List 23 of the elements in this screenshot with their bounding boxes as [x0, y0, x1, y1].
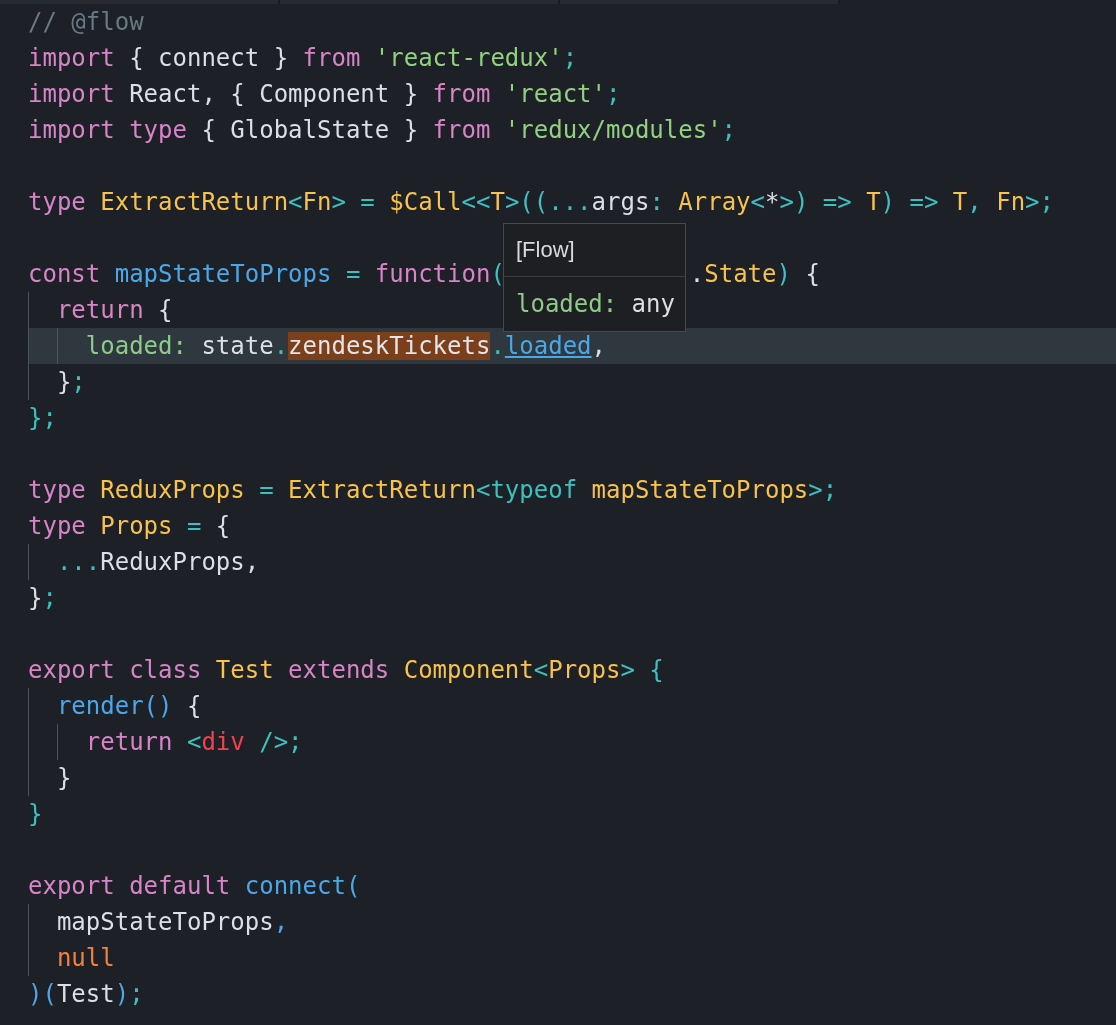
code-line: } [28, 760, 1116, 796]
code-line: return <div />; [28, 724, 1116, 760]
code-line: type Props = { [28, 511, 232, 542]
code-line: }; [28, 403, 58, 434]
code-line: null [28, 940, 1116, 976]
code-line: import React, { Component } from 'react'; [28, 79, 622, 110]
tooltip-type: loaded: any [515, 289, 676, 320]
code-line: }; [28, 364, 1116, 400]
code-line: } [28, 799, 44, 830]
code-line: type ReduxProps = ExtractReturn<typeof mapStateToProps>; [28, 475, 839, 506]
code-line: // @flow [28, 7, 145, 38]
code-line: import { connect } from 'react-redux'; [28, 43, 579, 74]
tooltip-title: [Flow] [504, 224, 685, 277]
code-line: render() { [28, 688, 1116, 724]
code-line: export default connect( [28, 871, 362, 902]
code-line: )(Test); [28, 979, 145, 1010]
code-line: export class Test extends Component<Props> { [28, 655, 665, 686]
definition-link[interactable]: loaded [504, 332, 592, 360]
code-line: type ExtractReturn<Fn> = $Call<<T>((...args: Array<*>) => T) => T, Fn>; [28, 187, 1055, 218]
code-line: ...ReduxProps, [28, 544, 1116, 580]
code-line: mapStateToProps, [28, 904, 1116, 940]
code-line: import type { GlobalState } from 'redux/modules'; [28, 115, 738, 146]
code-line: }; [28, 583, 58, 614]
